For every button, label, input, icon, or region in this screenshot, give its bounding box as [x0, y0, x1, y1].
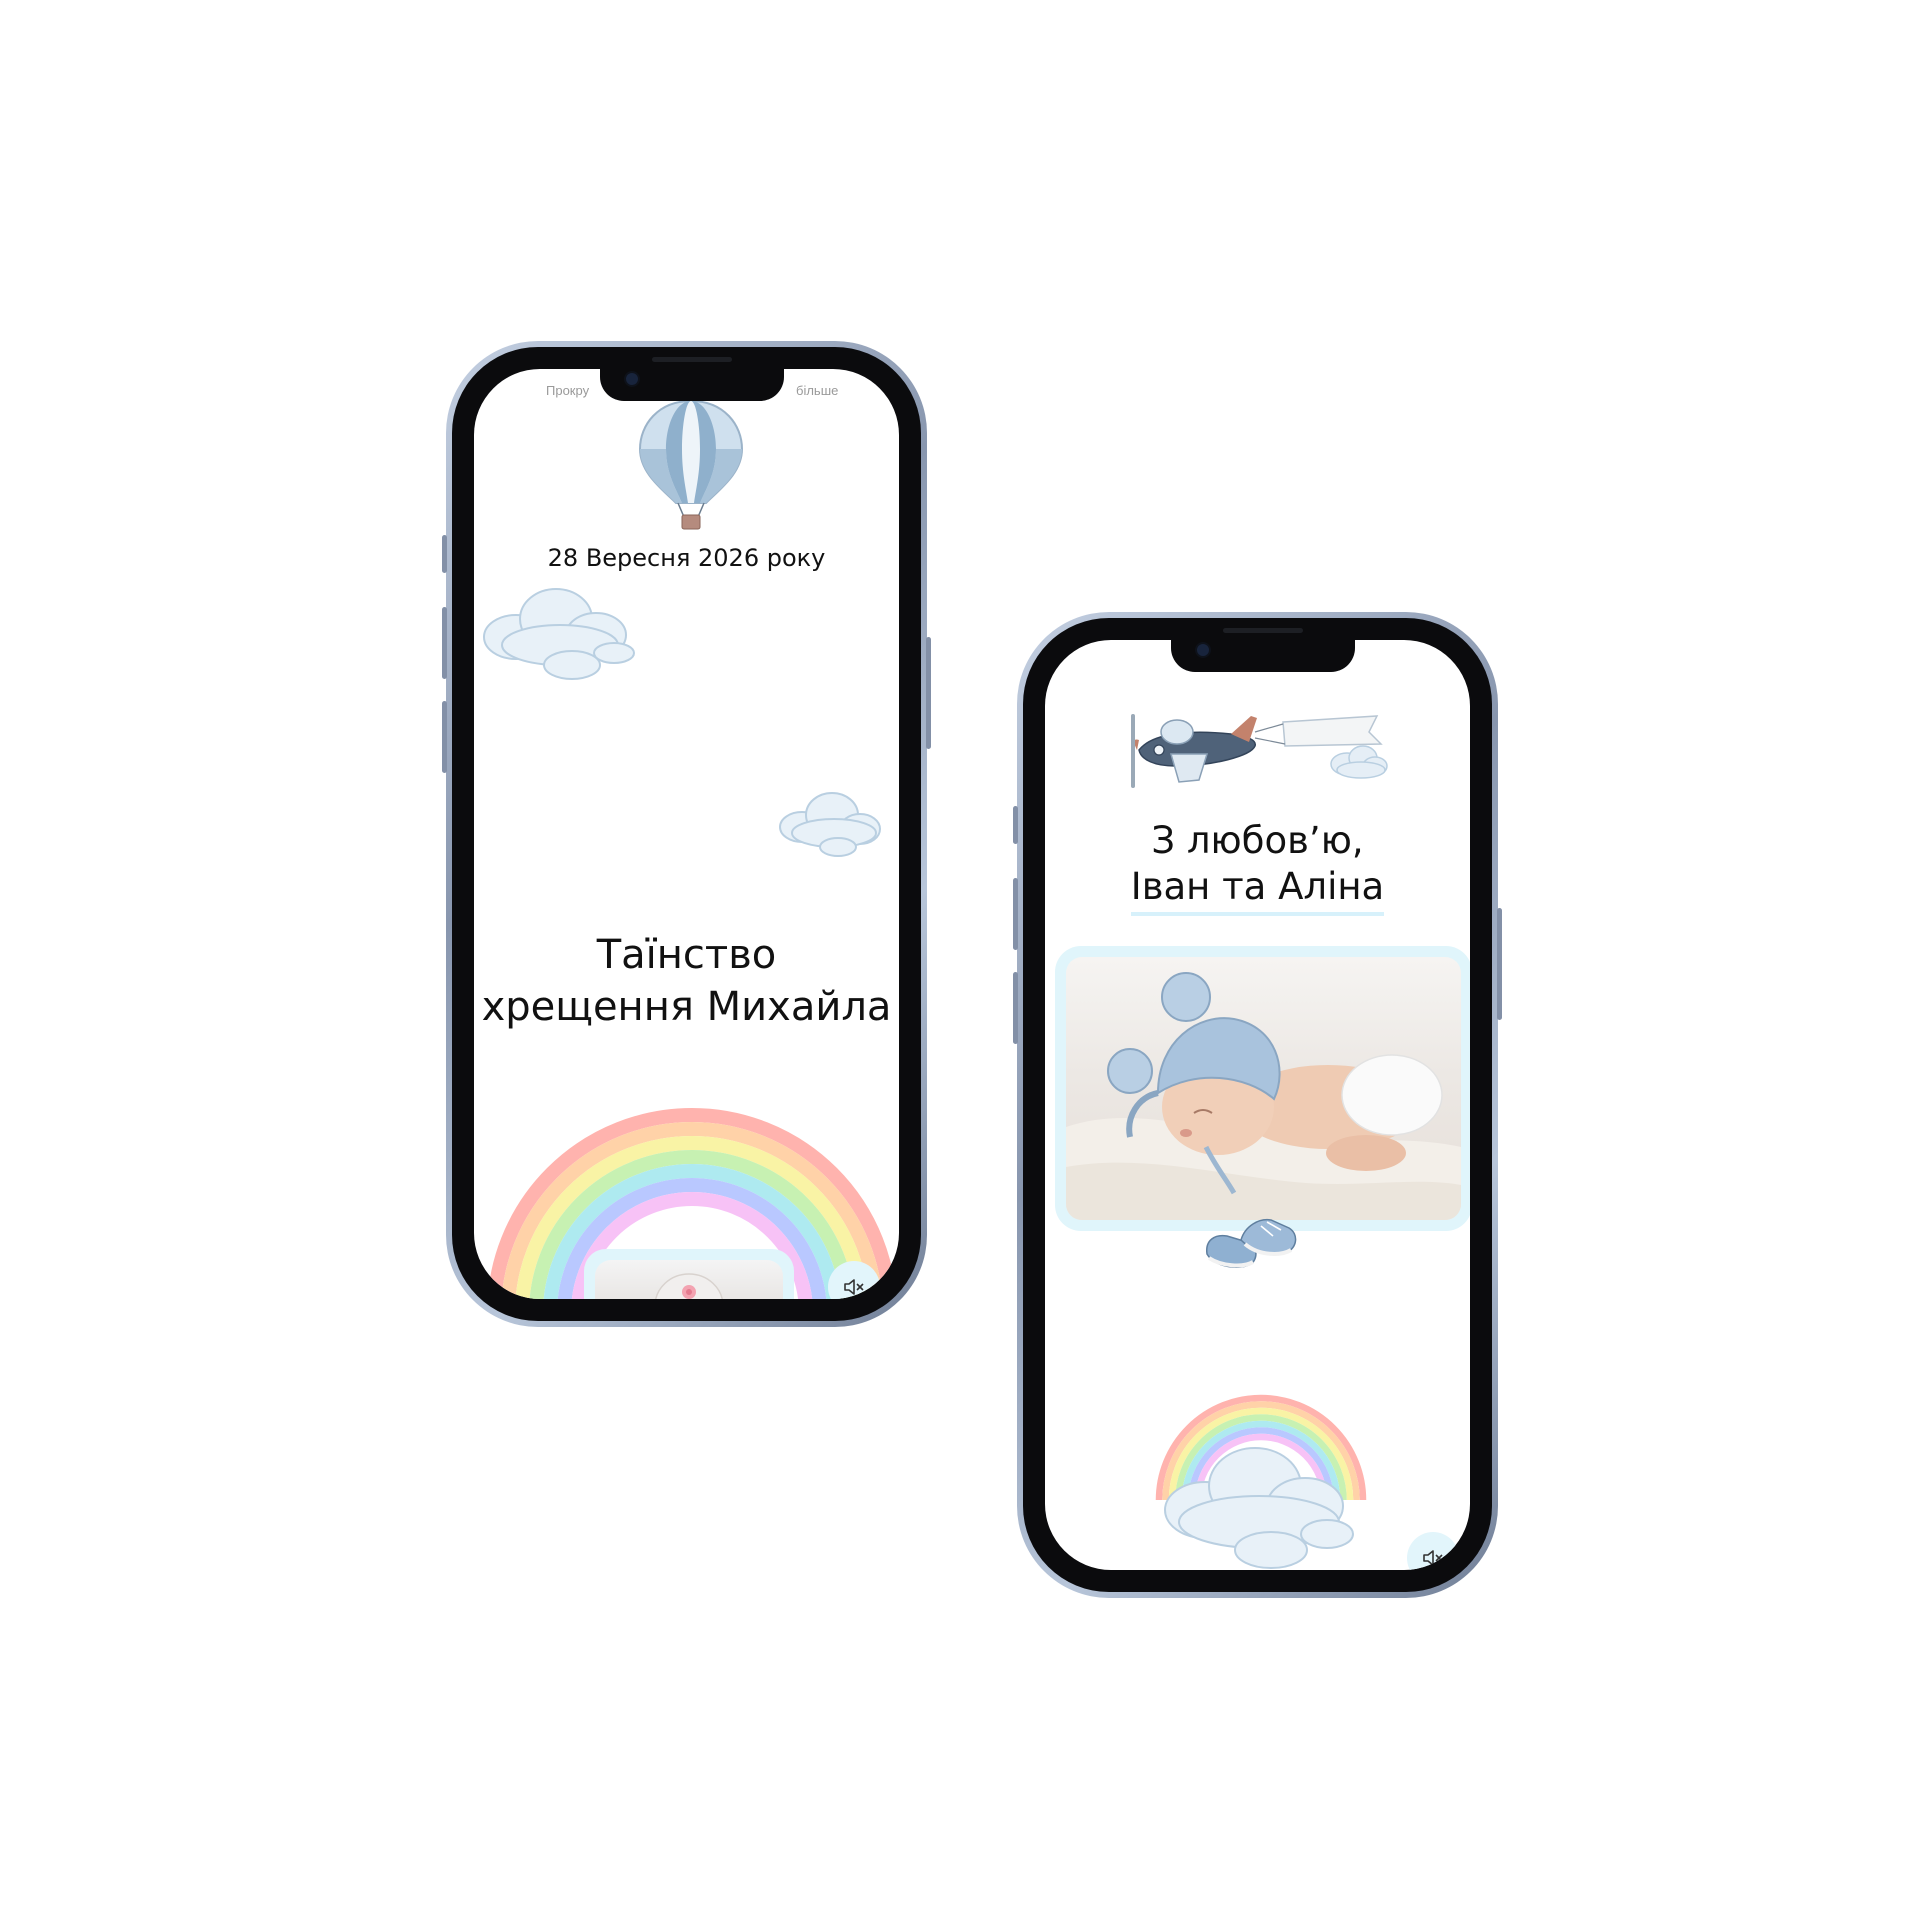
front-camera — [624, 371, 640, 387]
speaker-muted-icon — [1423, 1550, 1443, 1566]
scroll-hint-left: Прокру — [546, 383, 590, 398]
mute-switch — [442, 535, 447, 573]
photo-baby-preview — [595, 1260, 783, 1299]
volume-up-button — [1013, 878, 1018, 950]
screen-left[interactable]: Прокру більше 28 Вересня 2026 року Таїнс… — [474, 369, 899, 1299]
signature-block: З любов’ю, Іван та Аліна — [1045, 818, 1470, 916]
power-button — [1497, 908, 1502, 1020]
event-title: Таїнство хрещення Михайла — [474, 929, 899, 1033]
screen-right[interactable]: З любов’ю, Іван та Аліна — [1045, 640, 1470, 1570]
bezel: З любов’ю, Іван та Аліна — [1023, 618, 1492, 1592]
speaker-muted-icon — [844, 1279, 864, 1295]
signature-names: Іван та Аліна — [1130, 864, 1385, 916]
photo-sleeping-baby — [1066, 957, 1461, 1220]
scroll-hint-right: більше — [796, 383, 839, 398]
earpiece — [652, 357, 732, 362]
mute-switch — [1013, 806, 1018, 844]
phone-left: Прокру більше 28 Вересня 2026 року Таїнс… — [442, 341, 931, 1327]
event-title-line1: Таїнство — [596, 932, 777, 978]
earpiece — [1223, 628, 1303, 633]
sound-toggle-button[interactable] — [1407, 1532, 1459, 1570]
volume-up-button — [442, 607, 447, 679]
sleeping-baby-image — [1066, 972, 1461, 1220]
event-title-line2: хрещення Михайла — [481, 984, 892, 1030]
volume-down-button — [1013, 972, 1018, 1044]
hot-air-balloon-icon — [638, 399, 744, 530]
power-button — [926, 637, 931, 749]
airplane-banner-icon — [1131, 714, 1388, 788]
cloud-icon — [779, 792, 881, 857]
signature-line1: З любов’ю, — [1151, 819, 1364, 862]
photo-frame — [1055, 946, 1470, 1231]
cloud-icon — [483, 588, 635, 680]
notch — [1171, 628, 1355, 672]
notch — [600, 357, 784, 401]
phone-right: З любов’ю, Іван та Аліна — [1013, 612, 1502, 1598]
front-camera — [1195, 642, 1211, 658]
event-date: 28 Вересня 2026 року — [547, 544, 826, 572]
baby-shoes-icon — [1206, 1218, 1297, 1268]
bezel: Прокру більше 28 Вересня 2026 року Таїнс… — [452, 347, 921, 1321]
volume-down-button — [442, 701, 447, 773]
cloud-icon — [1164, 1447, 1354, 1569]
photo-frame — [584, 1249, 794, 1299]
baby-hood-icon — [655, 1273, 723, 1299]
